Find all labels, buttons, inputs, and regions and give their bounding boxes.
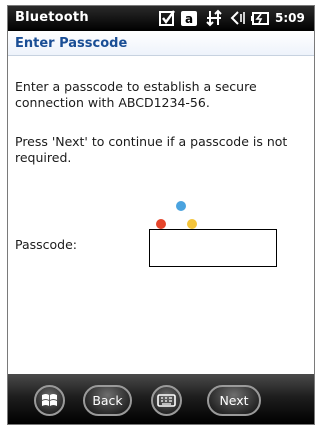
- hint-text: Press 'Next' to continue if a passcode i…: [15, 134, 288, 165]
- battery-icon[interactable]: [251, 9, 271, 27]
- page-title: Enter Passcode: [15, 36, 128, 51]
- clock-time[interactable]: 5:09: [275, 11, 305, 25]
- checkbox-icon[interactable]: [158, 9, 176, 27]
- content-area: Enter a passcode to establish a secure c…: [8, 56, 314, 374]
- svg-text:a: a: [185, 12, 193, 26]
- keyboard-icon: [157, 394, 176, 407]
- page-header: Enter Passcode: [8, 31, 314, 56]
- windows-start-icon: [42, 394, 57, 406]
- app-title: Bluetooth: [15, 10, 89, 25]
- start-button[interactable]: [34, 385, 65, 416]
- next-button[interactable]: Next: [207, 385, 261, 416]
- keyboard-button[interactable]: [151, 385, 182, 416]
- status-bar: Bluetooth a 5:09: [8, 6, 314, 31]
- speaker-icon[interactable]: [228, 9, 246, 27]
- back-button[interactable]: Back: [83, 385, 132, 416]
- instructions-text: Enter a passcode to establish a secure c…: [15, 79, 257, 110]
- device-screen: Bluetooth a 5:09 Enter Passcode Enter a …: [7, 5, 315, 425]
- passcode-input[interactable]: [149, 229, 277, 267]
- keyboard-a-icon[interactable]: a: [180, 9, 198, 27]
- bottom-bar: Back Next: [8, 374, 314, 424]
- connectivity-icon[interactable]: [205, 9, 223, 27]
- passcode-label: Passcode:: [15, 237, 78, 252]
